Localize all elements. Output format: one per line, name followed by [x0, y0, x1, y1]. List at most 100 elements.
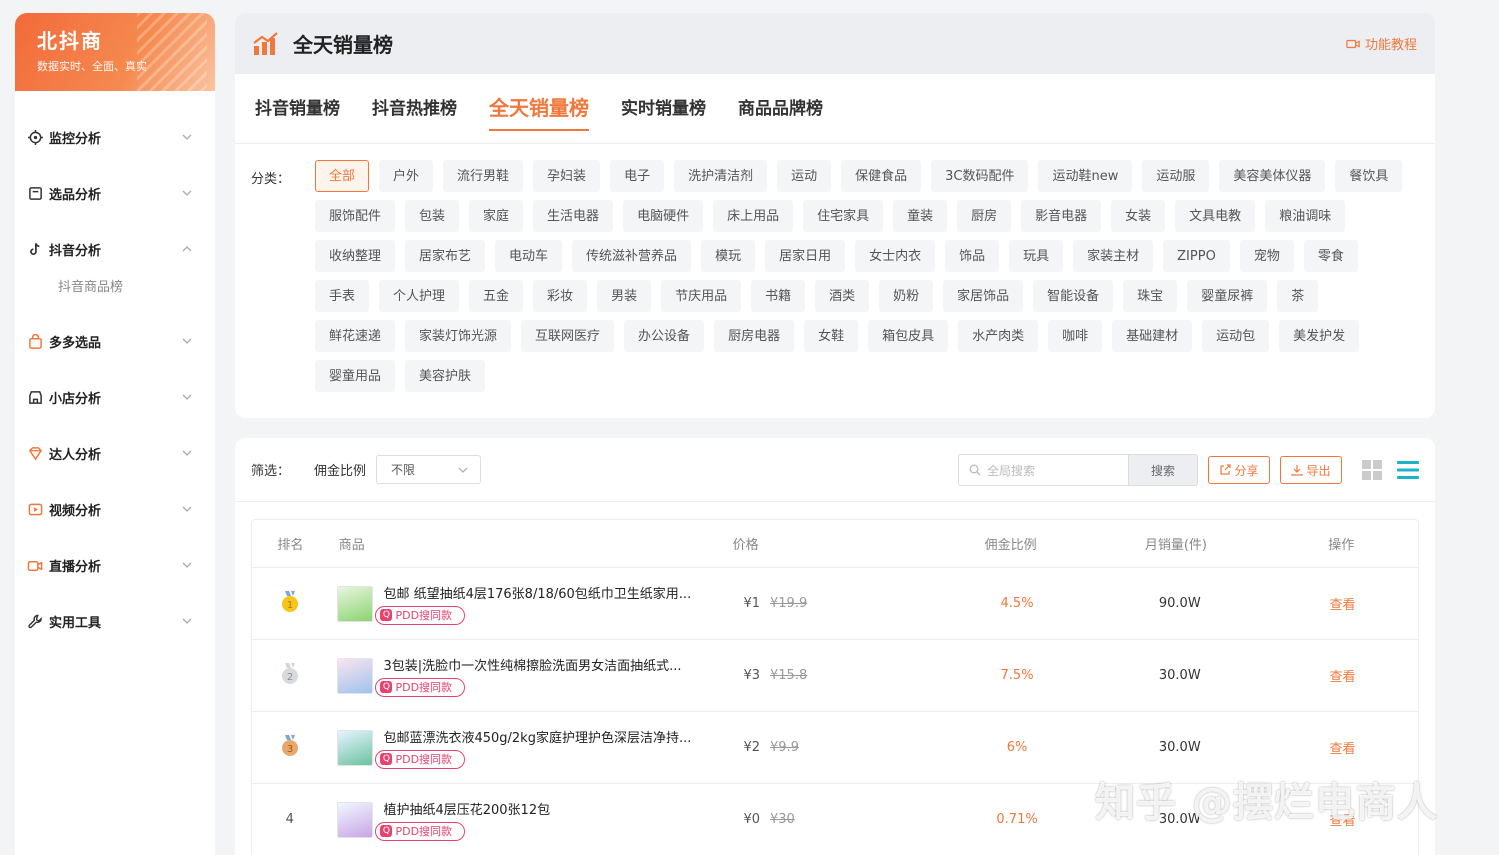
category-tag[interactable]: 餐饮具: [1335, 160, 1403, 192]
product-name[interactable]: 包邮蓝漂洗衣液450g/2kg家庭护理护色深层洁净持...: [383, 727, 723, 746]
category-tag[interactable]: 包装: [405, 200, 460, 232]
pdd-search-badge[interactable]: Q PDD搜同款: [375, 677, 466, 697]
category-tag[interactable]: 节庆用品: [661, 280, 742, 312]
category-tag[interactable]: 收纳整理: [315, 240, 396, 272]
category-tag[interactable]: 鲜花速递: [315, 320, 396, 352]
export-button[interactable]: 导出: [1280, 456, 1342, 484]
tab-realtime-sales[interactable]: 实时销量榜: [621, 94, 706, 123]
sidebar-item-monitor[interactable]: 监控分析: [15, 109, 215, 165]
sidebar-item-tools[interactable]: 实用工具: [15, 593, 215, 649]
category-tag[interactable]: 宠物: [1239, 240, 1294, 272]
category-tag[interactable]: 家居饰品: [943, 280, 1024, 312]
category-tag[interactable]: 传统滋补营养品: [572, 240, 692, 272]
category-tag[interactable]: 洗护清洁剂: [674, 160, 768, 192]
category-tag[interactable]: 电脑硬件: [623, 200, 704, 232]
category-tag[interactable]: 模玩: [701, 240, 756, 272]
sidebar-item-video-analysis[interactable]: 视频分析: [15, 481, 215, 537]
pdd-search-badge[interactable]: Q PDD搜同款: [375, 605, 466, 625]
category-tag[interactable]: 手表: [315, 280, 370, 312]
category-tag[interactable]: 电子: [610, 160, 665, 192]
tab-douyin-sales[interactable]: 抖音销量榜: [255, 94, 340, 123]
category-tag[interactable]: 厨房电器: [714, 320, 795, 352]
category-tag[interactable]: 厨房: [957, 200, 1012, 232]
sidebar-item-pdd-selection[interactable]: 多多选品: [15, 313, 215, 369]
category-tag[interactable]: 美容护肤: [405, 360, 486, 392]
category-tag[interactable]: 运动: [777, 160, 832, 192]
category-tag[interactable]: 生活电器: [533, 200, 614, 232]
category-tag[interactable]: 水产肉类: [958, 320, 1039, 352]
category-tag[interactable]: 美容美体仪器: [1219, 160, 1326, 192]
category-tag[interactable]: 书籍: [751, 280, 806, 312]
sidebar-item-influencer-analysis[interactable]: 达人分析: [15, 425, 215, 481]
category-tag[interactable]: 家装灯饰光源: [405, 320, 512, 352]
category-tag[interactable]: 零食: [1303, 240, 1358, 272]
category-tag[interactable]: 男装: [597, 280, 652, 312]
category-tag[interactable]: 女士内衣: [855, 240, 936, 272]
category-tag[interactable]: 童装: [893, 200, 948, 232]
category-tag[interactable]: 服饰配件: [315, 200, 396, 232]
product-thumbnail[interactable]: [337, 657, 374, 694]
category-tag[interactable]: 流行男鞋: [443, 160, 524, 192]
view-button[interactable]: 查看: [1267, 738, 1418, 757]
category-tag[interactable]: 婴童用品: [315, 360, 396, 392]
category-tag[interactable]: 办公设备: [624, 320, 705, 352]
category-tag[interactable]: 彩妆: [533, 280, 588, 312]
category-tag[interactable]: 酒类: [815, 280, 870, 312]
category-tag[interactable]: 珠宝: [1123, 280, 1178, 312]
commission-select[interactable]: 不限: [376, 455, 482, 484]
logo[interactable]: 北抖商 数据实时、全面、真实: [15, 13, 215, 91]
category-tag[interactable]: 运动鞋new: [1038, 160, 1133, 192]
tutorial-link[interactable]: 功能教程: [1346, 34, 1417, 53]
category-tag[interactable]: 美发护发: [1279, 320, 1360, 352]
category-tag[interactable]: 奶粉: [879, 280, 934, 312]
sidebar-item-live-analysis[interactable]: 直播分析: [15, 537, 215, 593]
search-input[interactable]: 全局搜索: [958, 454, 1128, 486]
category-tag[interactable]: 电动车: [495, 240, 563, 272]
tab-brand-rank[interactable]: 商品品牌榜: [738, 94, 823, 123]
category-tag[interactable]: 运动包: [1202, 320, 1270, 352]
tab-douyin-hot[interactable]: 抖音热推榜: [372, 94, 457, 123]
category-tag[interactable]: 个人护理: [379, 280, 460, 312]
product-name[interactable]: 植护抽纸4层压花200张12包: [383, 799, 723, 818]
category-tag[interactable]: 茶: [1277, 280, 1319, 312]
sidebar-item-douyin-analysis[interactable]: 抖音分析: [15, 221, 215, 277]
category-tag[interactable]: 居家布艺: [405, 240, 486, 272]
category-tag[interactable]: 住宅家具: [803, 200, 884, 232]
list-view-icon[interactable]: [1396, 459, 1420, 481]
category-tag[interactable]: 孕妇装: [533, 160, 601, 192]
category-tag[interactable]: 运动服: [1142, 160, 1210, 192]
category-tag[interactable]: 五金: [469, 280, 524, 312]
pdd-search-badge[interactable]: Q PDD搜同款: [375, 749, 466, 769]
category-tag[interactable]: 女装: [1111, 200, 1166, 232]
product-thumbnail[interactable]: [337, 585, 374, 622]
category-tag[interactable]: ZIPPO: [1163, 240, 1230, 272]
category-tag[interactable]: 粮油调味: [1265, 200, 1346, 232]
category-tag[interactable]: 3C数码配件: [931, 160, 1029, 192]
category-tag[interactable]: 床上用品: [713, 200, 794, 232]
product-thumbnail[interactable]: [337, 801, 374, 838]
category-tag[interactable]: 箱包皮具: [868, 320, 949, 352]
category-tag[interactable]: 影音电器: [1021, 200, 1102, 232]
category-tag[interactable]: 婴童尿裤: [1187, 280, 1268, 312]
category-tag[interactable]: 咖啡: [1048, 320, 1103, 352]
category-tag[interactable]: 家庭: [469, 200, 524, 232]
category-tag[interactable]: 户外: [379, 160, 434, 192]
pdd-search-badge[interactable]: Q PDD搜同款: [375, 821, 466, 841]
category-tag[interactable]: 智能设备: [1033, 280, 1114, 312]
share-button[interactable]: 分享: [1208, 456, 1270, 484]
category-tag[interactable]: 饰品: [945, 240, 1000, 272]
product-name[interactable]: 包邮 纸望抽纸4层176张8/18/60包纸巾卫生纸家用...: [383, 583, 723, 602]
product-name[interactable]: 3包装|洗脸巾一次性纯棉擦脸洗面男女洁面抽纸式...: [383, 655, 723, 674]
category-tag[interactable]: 互联网医疗: [521, 320, 615, 352]
category-tag[interactable]: 家装主材: [1073, 240, 1154, 272]
category-tag[interactable]: 玩具: [1009, 240, 1064, 272]
tab-all-day-sales[interactable]: 全天销量榜: [489, 92, 589, 131]
view-button[interactable]: 查看: [1267, 594, 1418, 613]
search-button[interactable]: 搜索: [1128, 454, 1198, 486]
category-tag[interactable]: 居家日用: [765, 240, 846, 272]
category-tag[interactable]: 基础建材: [1112, 320, 1193, 352]
view-button[interactable]: 查看: [1267, 666, 1418, 685]
category-tag[interactable]: 女鞋: [804, 320, 859, 352]
product-thumbnail[interactable]: [337, 729, 374, 766]
sidebar-item-product-selection[interactable]: 选品分析: [15, 165, 215, 221]
